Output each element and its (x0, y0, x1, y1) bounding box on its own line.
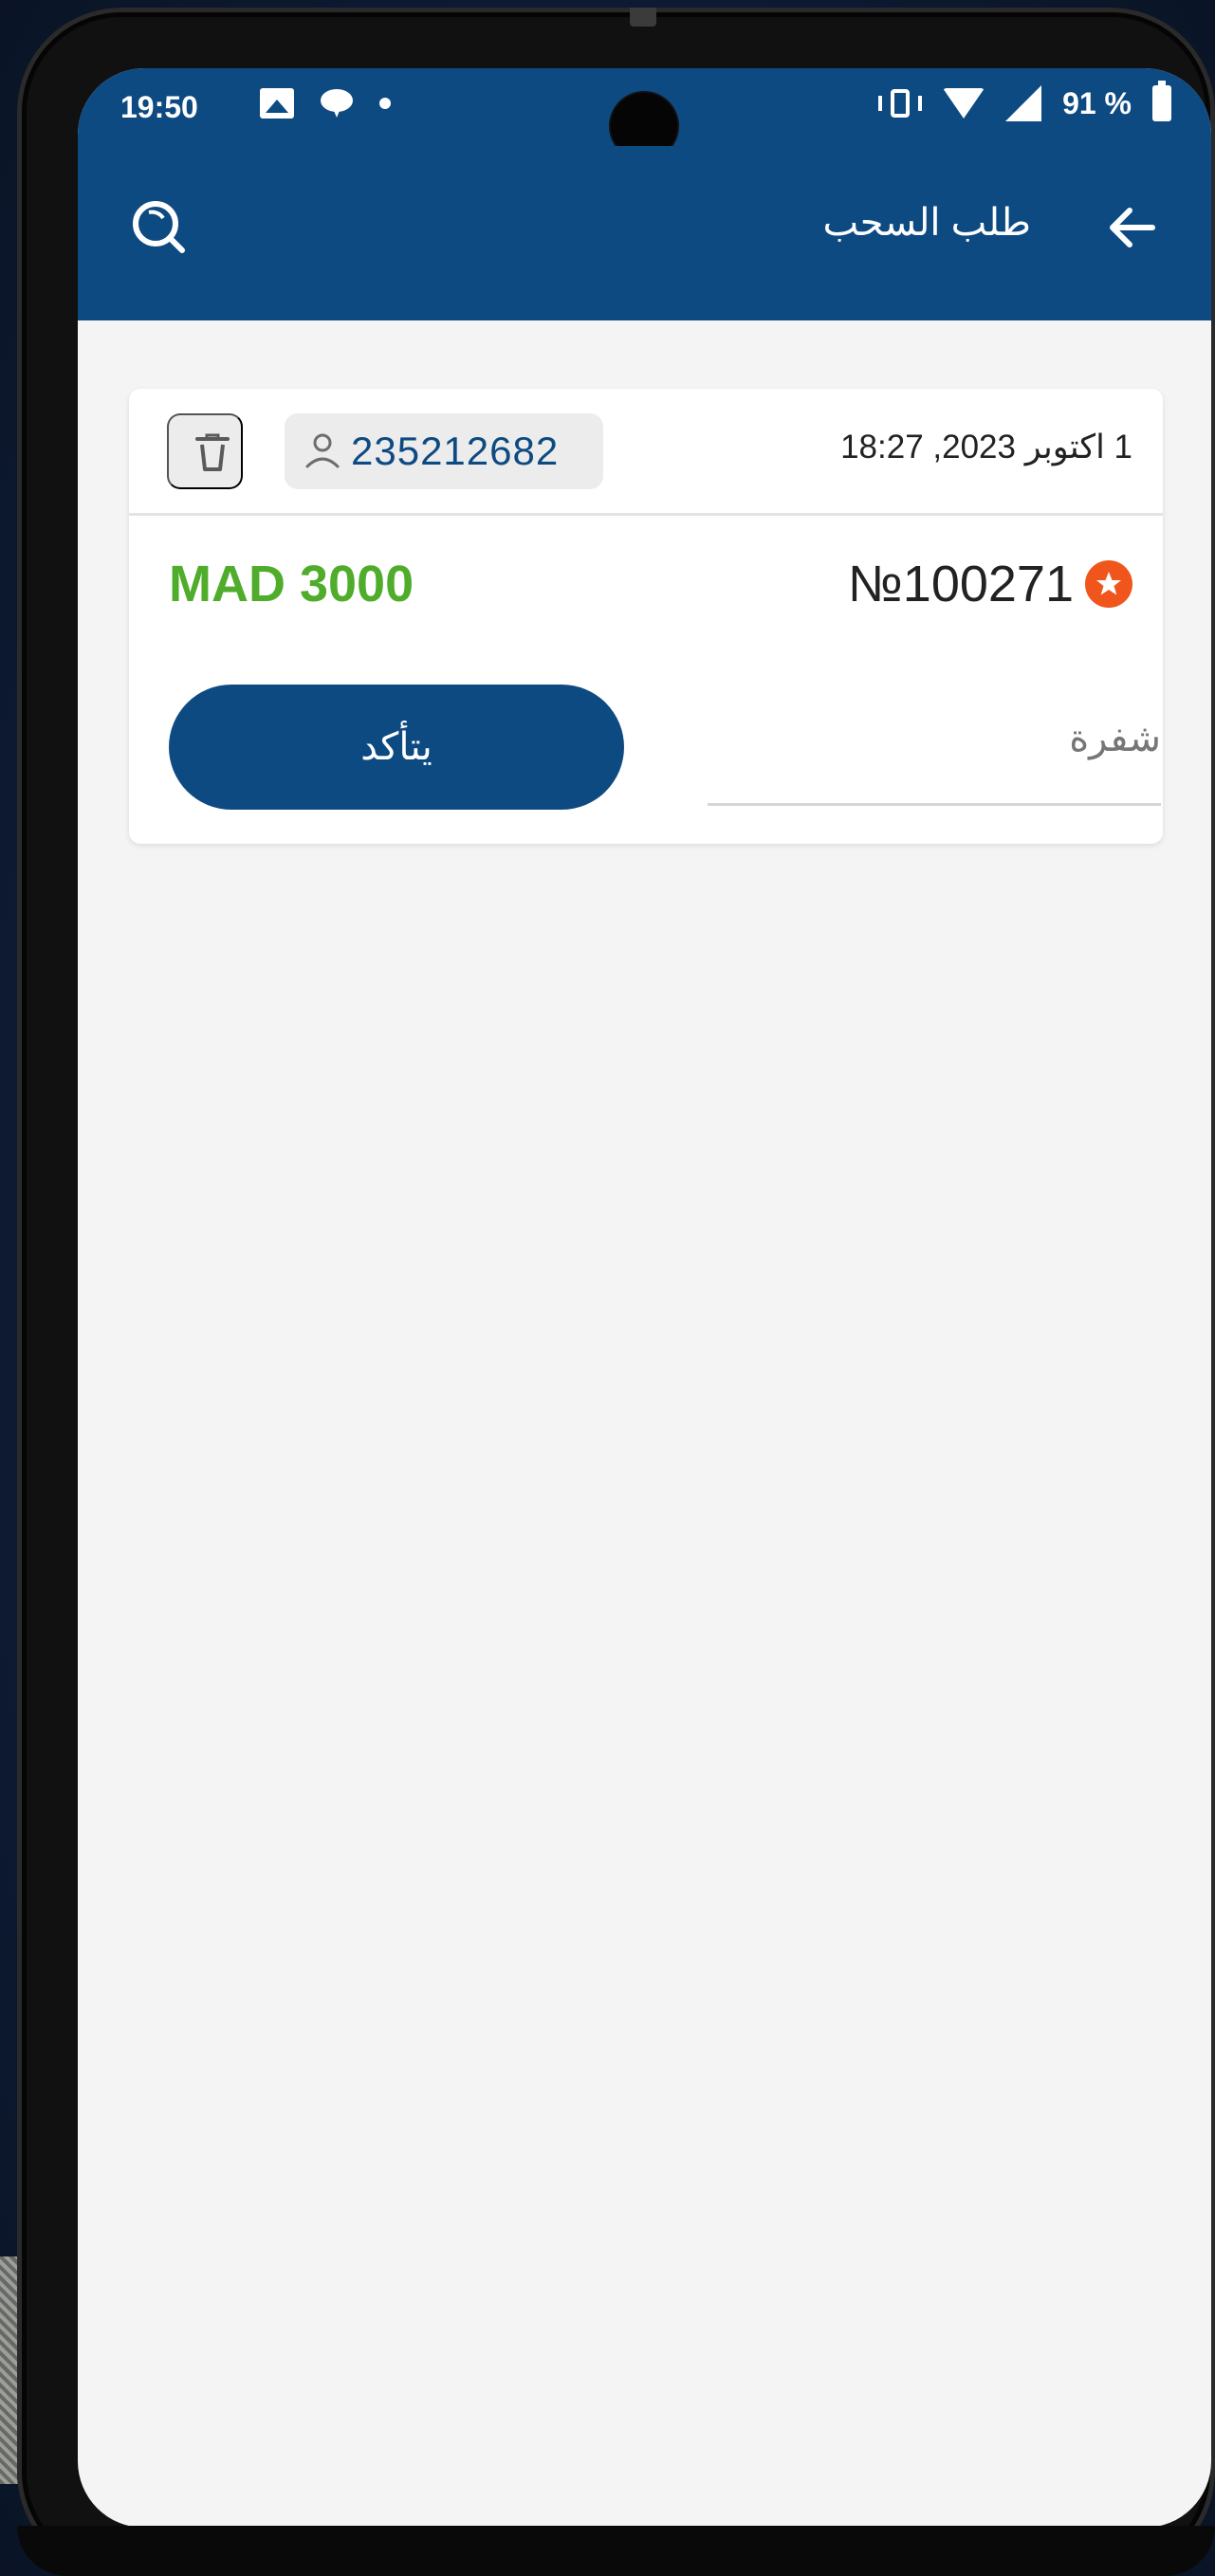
back-arrow-icon (1110, 208, 1155, 247)
wifi-icon (943, 88, 985, 119)
search-icon (133, 201, 185, 253)
status-left-icons (260, 88, 391, 119)
vibrate-icon (878, 87, 923, 119)
app-bar: طلب السحب (78, 146, 1211, 320)
order-date: 1 اكتوبر 2023, 18:27 (840, 429, 1132, 466)
chat-icon (321, 89, 353, 118)
battery-percentage: 91 % (1062, 85, 1132, 120)
screen: 19:50 91 % طلب السحب 235212682 1 اكتوبر … (78, 68, 1211, 2528)
user-id: 235212682 (351, 429, 560, 473)
phone-frame: 19:50 91 % طلب السحب 235212682 1 اكتوبر … (17, 8, 1215, 2576)
phone-top-notch (630, 8, 656, 27)
code-field[interactable] (708, 702, 1161, 806)
order-number-wrap: №100271 (848, 555, 1132, 613)
confirm-button[interactable]: يتأكد (169, 685, 624, 810)
star-icon (1085, 560, 1132, 608)
order-card: 235212682 1 اكتوبر 2023, 18:27 MAD 3000 … (129, 389, 1163, 844)
battery-icon (1152, 81, 1171, 121)
phone-bottom-bezel (17, 2526, 1215, 2576)
delete-button[interactable] (167, 413, 243, 489)
page-title: طلب السحب (822, 202, 1031, 244)
status-time: 19:50 (120, 90, 198, 124)
signal-icon (1005, 85, 1042, 121)
user-id-chip[interactable]: 235212682 (285, 413, 603, 489)
search-button[interactable] (125, 193, 192, 260)
status-right-icons: 91 % (878, 81, 1171, 121)
order-amount: MAD 3000 (169, 556, 414, 612)
trash-icon (195, 433, 230, 471)
gallery-icon (260, 88, 294, 119)
dot-icon (379, 98, 391, 109)
back-button[interactable] (1101, 197, 1162, 258)
order-number: №100271 (847, 556, 1074, 612)
user-icon (305, 433, 340, 468)
status-bar: 19:50 91 % (78, 68, 1211, 159)
order-card-header: 235212682 1 اكتوبر 2023, 18:27 (129, 389, 1163, 516)
